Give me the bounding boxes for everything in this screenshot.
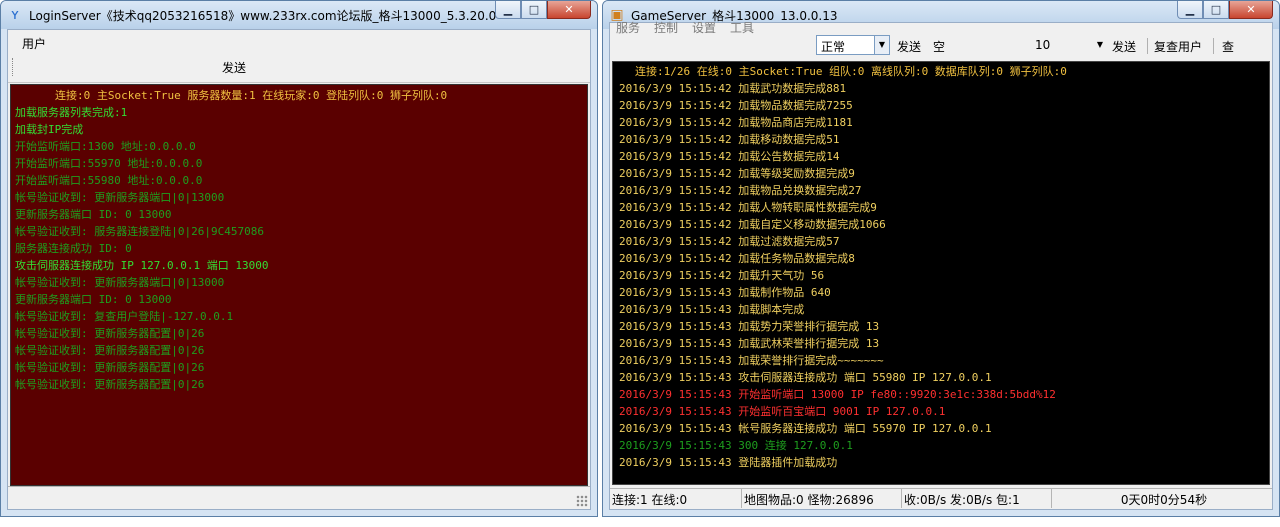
login-menubar: 用户 — [8, 30, 590, 54]
close-icon: ✕ — [564, 3, 574, 16]
minimize-button[interactable]: ▁ — [1177, 1, 1203, 19]
send-button-1[interactable]: 发送 — [897, 38, 921, 55]
log-line: 2016/3/9 15:15:43 加载武林荣誉排行据完成 13 — [619, 337, 880, 350]
login-log-panel: 连接:0 主Socket:True 服务器数量:1 在线玩家:0 登陆列队:0 … — [10, 84, 588, 486]
game-menubar: 服务 控制 设置 工具 — [610, 21, 1272, 35]
status-map-items: 地图物品:0 怪物:26896 — [742, 489, 902, 508]
count-select[interactable]: 10 ▼ — [1030, 35, 1108, 55]
log-summary-line: 连接:0 主Socket:True 服务器数量:1 在线玩家:0 登陆列队:0 … — [55, 89, 448, 102]
maximize-icon: □ — [1210, 3, 1222, 16]
log-line: 2016/3/9 15:15:42 加载公告数据完成14 — [619, 150, 840, 163]
log-line: 帐号验证收到: 更新服务器端口|0|13000 — [15, 276, 225, 289]
game-server-window: ▣ GameServer_格斗13000_13.0.0.13 ▁ □ ✕ 服务 … — [602, 0, 1280, 517]
minimize-icon: ▁ — [503, 3, 513, 16]
mode-select-value: 正常 — [821, 40, 846, 54]
status-traffic: 收:0B/s 发:0B/s 包:1 — [902, 489, 1052, 508]
log-summary-line: 连接:1/26 在线:0 主Socket:True 组队:0 离线队列:0 数据… — [635, 65, 1067, 78]
log-line: 2016/3/9 15:15:42 加载自定义移动数据完成1066 — [619, 218, 886, 231]
send-button-2[interactable]: 发送 — [1112, 38, 1136, 55]
chevron-down-icon[interactable]: ▼ — [1093, 36, 1107, 54]
toolbar-grip[interactable] — [12, 58, 15, 76]
toolbar-separator — [1147, 38, 1148, 54]
status-connections: 连接:1 在线:0 — [610, 489, 742, 508]
log-line: 帐号验证收到: 更新服务器配置|0|26 — [15, 344, 205, 357]
log-line: 2016/3/9 15:15:42 加载过滤数据完成57 — [619, 235, 840, 248]
log-line: 开始监听端口:1300 地址:0.0.0.0 — [15, 140, 196, 153]
log-line: 2016/3/9 15:15:43 加载势力荣誉排行据完成 13 — [619, 320, 880, 333]
login-send-toolbar: 发送 — [8, 54, 590, 83]
chevron-down-icon[interactable]: ▼ — [874, 36, 889, 54]
recheck-users-button[interactable]: 复查用户 — [1154, 38, 1202, 55]
maximize-button[interactable]: □ — [1203, 1, 1229, 19]
resize-grip-icon[interactable] — [576, 495, 588, 507]
log-line: 2016/3/9 15:15:43 登陆器插件加载成功 — [619, 456, 838, 469]
maximize-button[interactable]: □ — [521, 1, 547, 19]
log-line: 帐号验证收到: 更新服务器配置|0|26 — [15, 361, 205, 374]
log-line: 服务器连接成功 ID: 0 — [15, 242, 132, 255]
log-line: 开始监听端口:55970 地址:0.0.0.0 — [15, 157, 203, 170]
log-line: 帐号验证收到: 复查用户登陆|-127.0.0.1 — [15, 310, 234, 323]
log-line: 2016/3/9 15:15:42 加载升天气功 56 — [619, 269, 825, 282]
close-button[interactable]: ✕ — [547, 1, 591, 19]
game-log-panel: 连接:1/26 在线:0 主Socket:True 组队:0 离线队列:0 数据… — [612, 61, 1270, 485]
log-line: 2016/3/9 15:15:43 开始监听百宝端口 9001 IP 127.0… — [619, 405, 946, 418]
mode-select[interactable]: 正常 ▼ — [816, 35, 890, 55]
close-icon: ✕ — [1246, 3, 1256, 16]
log-line: 帐号验证收到: 更新服务器配置|0|26 — [15, 378, 205, 391]
game-client-area: 服务 控制 设置 工具 正常 ▼ 发送 空 10 ▼ 发送 复查用户 查 连接:… — [609, 21, 1273, 510]
log-line: 2016/3/9 15:15:42 加载物品商店完成1181 — [619, 116, 853, 129]
log-line: 更新服务器端口 ID: 0 13000 — [15, 208, 172, 221]
minimize-button[interactable]: ▁ — [495, 1, 521, 19]
log-line: 2016/3/9 15:15:43 加载荣誉排行据完成~~~~~~~ — [619, 354, 884, 367]
log-line: 2016/3/9 15:15:42 加载物品兑换数据完成27 — [619, 184, 862, 197]
yy-logo-icon: ʏ — [10, 7, 20, 23]
log-line: 帐号验证收到: 服务器连接登陆|0|26|9C457086 — [15, 225, 264, 238]
log-line: 2016/3/9 15:15:42 加载任务物品数据完成8 — [619, 252, 855, 265]
log-line: 2016/3/9 15:15:42 加载物品数据完成7255 — [619, 99, 853, 112]
log-line: 帐号验证收到: 更新服务器配置|0|26 — [15, 327, 205, 340]
log-line: 2016/3/9 15:15:43 攻击伺服器连接成功 端口 55980 IP … — [619, 371, 992, 384]
login-client-area: 用户 发送 连接:0 主Socket:True 服务器数量:1 在线玩家:0 登… — [7, 29, 591, 510]
login-server-window: ʏ LoginServer《技术qq2053216518》www.233rx.c… — [0, 0, 598, 517]
log-line: 2016/3/9 15:15:43 加载制作物品 640 — [619, 286, 831, 299]
send-button[interactable]: 发送 — [222, 59, 246, 76]
log-line: 2016/3/9 15:15:42 加载移动数据完成51 — [619, 133, 840, 146]
log-line: 2016/3/9 15:15:43 开始监听端口 13000 IP fe80::… — [619, 388, 1056, 401]
status-uptime: 0天0时0分54秒 — [1120, 493, 1208, 507]
log-line: 加载封IP完成 — [15, 123, 84, 136]
minimize-icon: ▁ — [1185, 3, 1195, 16]
close-button[interactable]: ✕ — [1229, 1, 1273, 19]
message-input[interactable]: 空 — [933, 38, 945, 55]
game-status-bar: 连接:1 在线:0 地图物品:0 怪物:26896 收:0B/s 发:0B/s … — [610, 488, 1272, 509]
log-line: 攻击伺服器连接成功 IP 127.0.0.1 端口 13000 — [15, 259, 269, 272]
log-line: 加载服务器列表完成:1 — [15, 106, 128, 119]
query-button[interactable]: 查 — [1222, 38, 1234, 55]
log-line: 2016/3/9 15:15:43 加载脚本完成 — [619, 303, 805, 316]
log-line: 2016/3/9 15:15:42 加载武功数据完成881 — [619, 82, 847, 95]
log-line: 更新服务器端口 ID: 0 13000 — [15, 293, 172, 306]
maximize-icon: □ — [528, 3, 540, 16]
game-toolbar: 正常 ▼ 发送 空 10 ▼ 发送 复查用户 查 — [610, 34, 1272, 58]
log-line: 2016/3/9 15:15:42 加载人物转职属性数据完成9 — [619, 201, 877, 214]
login-window-title: LoginServer《技术qq2053216518》www.233rx.com… — [29, 9, 497, 23]
log-line: 2016/3/9 15:15:43 帐号服务器连接成功 端口 55970 IP … — [619, 422, 992, 435]
log-line: 帐号验证收到: 更新服务器端口|0|13000 — [15, 191, 225, 204]
toolbar-separator — [1213, 38, 1214, 54]
log-line: 2016/3/9 15:15:42 加载等级奖励数据完成9 — [619, 167, 855, 180]
login-status-bar — [8, 486, 590, 509]
menu-user[interactable]: 用户 — [22, 35, 46, 52]
count-select-value: 10 — [1035, 38, 1051, 52]
log-line: 2016/3/9 15:15:43 300 连接 127.0.0.1 — [619, 439, 853, 452]
log-line: 开始监听端口:55980 地址:0.0.0.0 — [15, 174, 203, 187]
login-titlebar[interactable]: ʏ LoginServer《技术qq2053216518》www.233rx.c… — [1, 1, 597, 29]
